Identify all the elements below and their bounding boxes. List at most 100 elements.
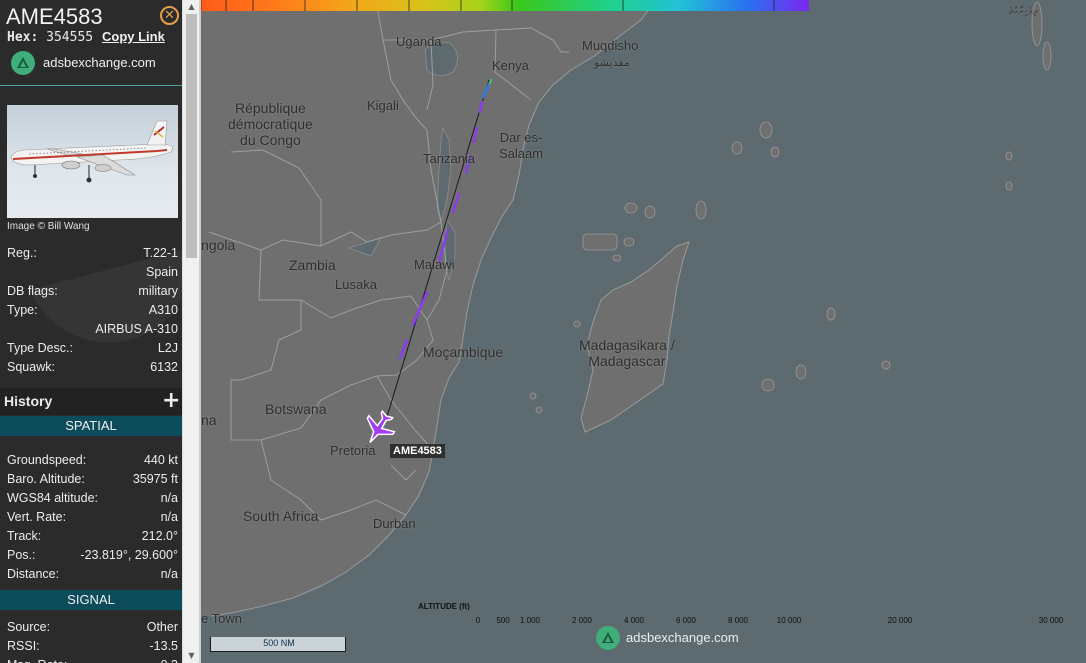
info-row: Type: A310 [7, 303, 178, 322]
adsbexchange-logo-icon[interactable] [11, 51, 35, 75]
place-kenya: Kenya [492, 58, 529, 73]
section-signal-header[interactable]: SIGNAL [0, 590, 182, 610]
aircraft-sidebar: AME4583 ✕ Hex: 354555 Copy Link adsbexch… [0, 0, 182, 663]
aircraft-label[interactable]: AME4583 [390, 444, 445, 458]
place-cape-town: e Town [201, 611, 242, 626]
info-row-value: n/a [160, 567, 178, 581]
info-row-value: 440 kt [143, 453, 178, 467]
place-namibia: na [201, 412, 217, 428]
altitude-tick-label: 6 000 [675, 616, 697, 625]
info-row: Track: 212.0° [7, 529, 178, 548]
info-row-label: DB flags: [7, 284, 58, 298]
info-row-label: Msg. Rate: [7, 658, 67, 663]
info-row-label: Squawk: [7, 360, 55, 374]
info-row: Type Desc.: L2J [7, 341, 178, 360]
info-row-label: Groundspeed: [7, 453, 87, 467]
altitude-tick-label: 2 000 [571, 616, 593, 625]
info-row: Baro. Altitude: 35975 ft [7, 472, 178, 491]
map-canvas[interactable] [201, 0, 1086, 663]
callsign-title: AME4583 [6, 4, 103, 29]
altitude-tick-label: 30 000 [1038, 616, 1064, 625]
close-icon[interactable]: ✕ [160, 6, 179, 25]
info-row-value: A310 [148, 303, 178, 317]
hex-label: Hex: [7, 30, 39, 45]
info-row: RSSI: -13.5 [7, 639, 178, 658]
place-muqdisho: Muqdisho [582, 38, 639, 53]
place-lusaka: Lusaka [335, 277, 377, 292]
info-row-label: WGS84 altitude: [7, 491, 99, 505]
scroll-thumb[interactable] [186, 14, 197, 258]
altitude-tick-label: 1 000 [519, 616, 541, 625]
copy-link[interactable]: Copy Link [102, 29, 165, 44]
info-row: Source: Other [7, 620, 178, 639]
info-row-value: L2J [157, 341, 178, 355]
place-durban: Durban [373, 516, 416, 531]
info-row-value: Other [146, 620, 178, 634]
scale-bar: 500 NM [210, 637, 346, 652]
info-row-value: 6132 [150, 360, 178, 374]
info-row: Distance: n/a [7, 567, 178, 586]
place-dar-es-salaam: Dar es- Salaam [499, 130, 544, 161]
place-uganda: Uganda [396, 34, 442, 49]
place-maldives: ދިވެހިރާއްޖެ [1009, 6, 1038, 17]
place-muqdisho-arabic: مقديشو [594, 57, 630, 69]
hex-value: 354555 [46, 30, 94, 45]
info-row-value: n/a [160, 491, 178, 505]
info-row-label: Reg.: [7, 246, 37, 260]
info-row: Pos.: -23.819°, 29.600° [7, 548, 178, 567]
expand-plus-icon[interactable]: + [162, 388, 180, 413]
info-row-label: Vert. Rate: [7, 510, 67, 524]
sidebar-scrollbar[interactable]: ▲ ▼ [182, 0, 199, 663]
scroll-up-arrow-icon[interactable]: ▲ [183, 0, 200, 14]
info-row-value: Spain [146, 265, 178, 279]
info-row-value: -23.819°, 29.600° [80, 548, 178, 562]
place-angola: ngola [201, 237, 236, 253]
hex-line: Hex: 354555 [7, 30, 93, 45]
place-madagascar: Madagasikara / Madagascar [579, 337, 675, 369]
place-tanzania: Tanzania [423, 151, 476, 166]
adsbexchange-watermark-text: adsbexchange.com [626, 630, 739, 645]
info-row-value: T.22-1 [143, 246, 178, 260]
adsbexchange-watermark-icon [596, 626, 620, 650]
info-row: Squawk: 6132 [7, 360, 178, 379]
info-row: Groundspeed: 440 kt [7, 453, 178, 472]
info-row: Msg. Rate: 0.3 [7, 658, 178, 663]
info-row-label: Track: [7, 529, 42, 543]
info-row-value: -13.5 [149, 639, 179, 653]
info-row: Vert. Rate: n/a [7, 510, 178, 529]
history-bar[interactable]: History + [0, 388, 182, 415]
adsbexchange-link[interactable]: adsbexchange.com [43, 55, 156, 70]
photo-credit: Image © Bill Wang [7, 221, 90, 232]
place-pretoria: Pretoria [330, 443, 376, 458]
altitude-tick-label: 10 000 [776, 616, 802, 625]
aircraft-photo[interactable] [7, 105, 178, 218]
info-row-label: RSSI: [7, 639, 40, 653]
place-botswana: Botswana [265, 401, 327, 417]
map-view[interactable]: Uganda Kenya Muqdisho مقديشو Kigali Répu… [201, 0, 1086, 663]
info-row: Reg.: T.22-1 [7, 246, 178, 265]
info-row-value: 35975 ft [132, 472, 178, 486]
place-kigali: Kigali [367, 98, 399, 113]
info-row-label: Baro. Altitude: [7, 472, 85, 486]
altitude-tick-label: 8 000 [727, 616, 749, 625]
info-row-value: military [138, 284, 178, 298]
info-row: AIRBUS A-310 [7, 322, 178, 341]
scale-text: 500 NM [263, 638, 295, 648]
place-drc: République démocratique du Congo [228, 100, 313, 148]
altitude-tick-label: 4 000 [623, 616, 645, 625]
info-row-value: n/a [160, 510, 178, 524]
scroll-down-arrow-icon[interactable]: ▼ [183, 649, 200, 663]
divider [0, 85, 182, 86]
info-row-value: 212.0° [141, 529, 178, 543]
place-mocambique: Moçambique [423, 344, 504, 360]
info-row-label: Type: [7, 303, 38, 317]
info-row: WGS84 altitude: n/a [7, 491, 178, 510]
info-row-value: 0.3 [161, 658, 178, 663]
place-zambia: Zambia [289, 257, 336, 273]
history-label: History [4, 393, 53, 409]
info-row-label: Source: [7, 620, 51, 634]
info-row-value: AIRBUS A-310 [95, 322, 178, 336]
info-row: Spain [7, 265, 178, 284]
section-spatial-header[interactable]: SPATIAL [0, 416, 182, 436]
info-row-label: Pos.: [7, 548, 36, 562]
